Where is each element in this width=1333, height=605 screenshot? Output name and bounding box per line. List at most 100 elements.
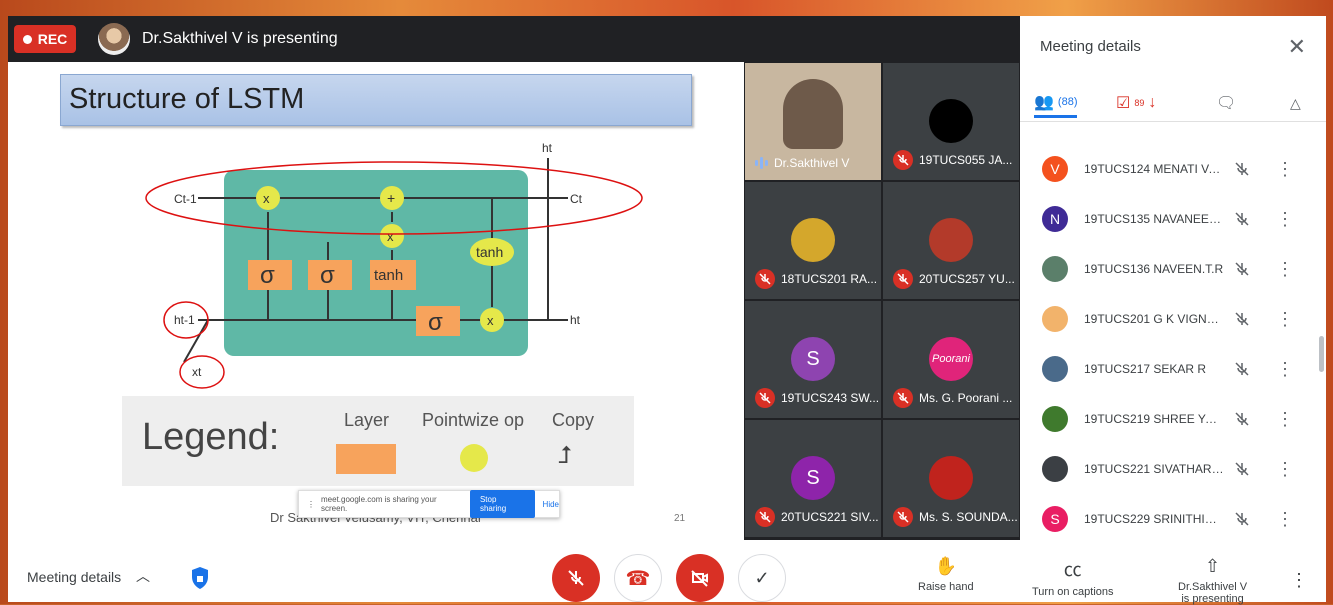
more-options-icon[interactable]: ⋮ — [1276, 409, 1294, 430]
hand-icon: ✋ — [934, 556, 958, 576]
list-item[interactable]: V 19TUCS124 MENATI VAS... ⋮ — [1020, 144, 1326, 194]
presenting-button[interactable]: ⇧ Dr.Sakthivel Vis presenting — [1178, 556, 1247, 605]
x-in-label: xt — [192, 365, 202, 379]
tile-name: Ms. S. SOUNDA... — [919, 510, 1018, 524]
more-options-icon[interactable]: ⋮ — [1276, 459, 1294, 480]
scrollbar[interactable] — [1319, 336, 1324, 372]
avatar: V — [1042, 156, 1068, 182]
handle-icon: ⋮ — [307, 499, 315, 509]
presenting-bar: REC Dr.Sakthivel V is presenting — [8, 16, 1020, 62]
arrow-down-icon: ↓ — [1148, 94, 1157, 111]
stop-sharing-button[interactable]: Stop sharing — [469, 490, 535, 518]
c-prev-label: Ct-1 — [174, 192, 197, 206]
participant-tile[interactable]: Dr.Sakthivel V — [744, 62, 882, 181]
meeting-details-button[interactable]: Meeting details — [27, 569, 121, 585]
participant-tile[interactable]: Poorani Ms. G. Poorani ... — [882, 300, 1020, 419]
participant-grid: Dr.Sakthivel V 19TUCS055 JA... 18TUCS201… — [744, 62, 1020, 540]
shared-slide: Structure of LSTM σ σ tanh σ x + x tanh … — [8, 62, 744, 540]
rec-label: REC — [37, 31, 68, 47]
participant-name: 19TUCS217 SEKAR R — [1084, 362, 1207, 376]
list-item[interactable]: S 19TUCS229 SRINITHISH.U ⋮ — [1020, 494, 1326, 544]
more-options-icon[interactable]: ⋮ — [1276, 509, 1294, 530]
participant-tile[interactable]: S 19TUCS243 SW... — [744, 300, 882, 419]
legend-pointwise-swatch — [460, 444, 488, 472]
tab-people[interactable]: 👥 (88) — [1034, 88, 1078, 118]
panel-tabs: 👥 (88) ☑ 89 ↓ 🗨 △ — [1020, 82, 1326, 122]
participant-name: 19TUCS201 G K VIGNESH — [1084, 312, 1224, 326]
tab-activities[interactable]: △ — [1290, 88, 1301, 118]
mic-off-icon — [568, 570, 584, 586]
avatar — [1042, 356, 1068, 382]
copy-arrow-icon: ⮥ — [558, 442, 573, 469]
sigma-label-2: σ — [320, 262, 335, 289]
more-options-icon[interactable]: ⋮ — [1290, 570, 1308, 591]
tab-chat[interactable]: 🗨 — [1216, 88, 1236, 118]
record-dot-icon — [22, 34, 32, 44]
avatar — [98, 23, 130, 55]
more-options-icon[interactable]: ⋮ — [1276, 359, 1294, 380]
mic-off-icon — [755, 269, 775, 289]
mic-toggle-button[interactable] — [552, 554, 600, 602]
mic-off-icon — [1235, 162, 1249, 176]
participant-tile[interactable]: S 20TUCS221 SIV... — [744, 419, 882, 538]
slide-page-number: 21 — [674, 513, 686, 524]
speaking-icon — [755, 157, 768, 169]
presenting-label: Dr.Sakthivel V is presenting — [142, 30, 338, 47]
legend-box: Legend: Layer Pointwize op Copy ⮥ — [122, 396, 634, 486]
list-item[interactable]: N 19TUCS135 NAVANEETH... ⋮ — [1020, 194, 1326, 244]
shapes-icon: △ — [1290, 94, 1301, 111]
mult-label-3: x — [487, 313, 494, 328]
h-top-label: ht — [542, 141, 553, 155]
participant-name: 19TUCS229 SRINITHISH.U — [1084, 512, 1224, 526]
tab-tasks[interactable]: ☑ 89 ↓ — [1116, 88, 1156, 118]
list-item[interactable]: 19TUCS217 SEKAR R ⋮ — [1020, 344, 1326, 394]
leave-call-button[interactable]: ☎ — [614, 554, 662, 602]
participant-name: 19TUCS221 SIVATHARS... — [1084, 462, 1224, 476]
sigma-label-3: σ — [428, 309, 443, 336]
close-icon[interactable]: ✕ — [1288, 34, 1306, 60]
participant-tile[interactable]: 18TUCS201 RA... — [744, 181, 882, 300]
shield-icon[interactable] — [190, 566, 210, 590]
avatar — [1042, 456, 1068, 482]
participant-name: 19TUCS135 NAVANEETH... — [1084, 212, 1224, 226]
presenting-label-1: Dr.Sakthivel V — [1178, 581, 1248, 593]
list-item[interactable]: 19TUCS221 SIVATHARS... ⋮ — [1020, 444, 1326, 494]
more-options-icon[interactable]: ⋮ — [1276, 259, 1294, 280]
lstm-diagram: σ σ tanh σ x + x tanh x Ct-1 Ct ht ht-1 … — [145, 141, 643, 389]
panel-title: Meeting details — [1040, 38, 1141, 55]
c-next-label: Ct — [570, 192, 583, 206]
raise-hand-button[interactable]: ✋ Raise hand — [918, 556, 974, 593]
camera-toggle-button[interactable] — [676, 554, 724, 602]
raise-hand-label: Raise hand — [918, 581, 974, 593]
sigma-label-1: σ — [260, 262, 275, 289]
more-controls-button[interactable]: ✓ — [738, 554, 786, 602]
hide-button[interactable]: Hide — [543, 500, 559, 509]
list-item[interactable]: 19TUCS219 SHREE YAZH... ⋮ — [1020, 394, 1326, 444]
chevron-up-icon[interactable]: ︿ — [136, 566, 150, 586]
more-options-icon[interactable]: ⋮ — [1276, 159, 1294, 180]
captions-label: Turn on captions — [1032, 586, 1114, 598]
list-item[interactable]: 19TUCS136 NAVEEN.T.R ⋮ — [1020, 244, 1326, 294]
legend-layer-swatch — [336, 444, 396, 474]
more-options-icon[interactable]: ⋮ — [1276, 209, 1294, 230]
avatar: Poorani — [929, 337, 973, 381]
mult-label-2: x — [387, 229, 394, 244]
legend-copy-label: Copy — [552, 410, 595, 430]
meet-window: REC Dr.Sakthivel V is presenting Structu… — [8, 16, 1326, 605]
chat-icon: 🗨 — [1216, 95, 1237, 112]
avatar: S — [791, 456, 835, 500]
plus-label: + — [387, 190, 395, 206]
tile-name: 20TUCS257 YU... — [919, 272, 1015, 286]
mic-off-icon — [893, 150, 913, 170]
participant-tile[interactable]: 19TUCS055 JA... — [882, 62, 1020, 181]
captions-button[interactable]: ㏄ Turn on captions — [1032, 556, 1114, 598]
legend-layer-label: Layer — [344, 410, 390, 430]
list-item[interactable]: 19TUCS201 G K VIGNESH ⋮ — [1020, 294, 1326, 344]
participant-tile[interactable]: 20TUCS257 YU... — [882, 181, 1020, 300]
avatar — [929, 218, 973, 262]
tile-name: Dr.Sakthivel V — [774, 156, 850, 170]
avatar: S — [1042, 506, 1068, 532]
more-options-icon[interactable]: ⋮ — [1276, 309, 1294, 330]
avatar — [1042, 306, 1068, 332]
participant-tile[interactable]: Ms. S. SOUNDA... — [882, 419, 1020, 538]
